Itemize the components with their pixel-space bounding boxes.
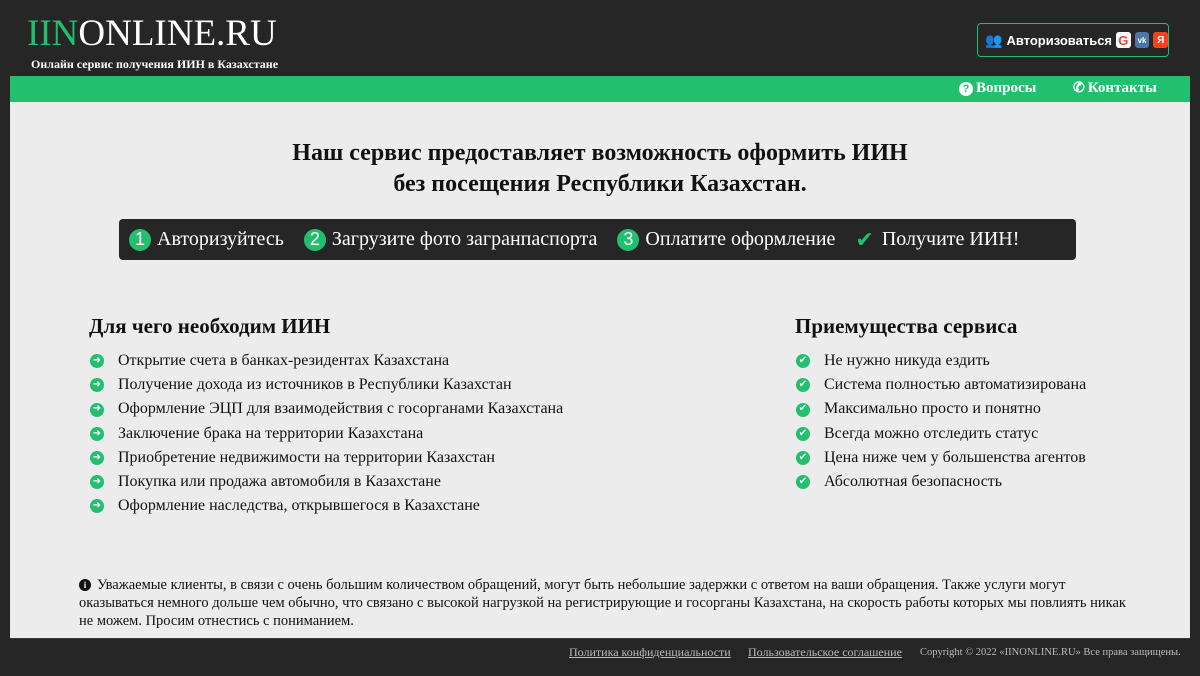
arrow-circle-right-icon: ➜ <box>90 450 104 465</box>
question-circle-icon: ? <box>959 81 973 96</box>
site-logo[interactable]: IINONLINE.RU <box>27 14 277 54</box>
headline-line-2: без посещения Республики Казахстан. <box>393 171 807 197</box>
list-item-text: Цена ниже чем у большенства агентов <box>824 448 1086 466</box>
step-label: Авторизуйтесь <box>157 228 284 250</box>
step-1: 1 Авторизуйтесь <box>129 228 284 251</box>
check-circle-icon: ✔ <box>796 378 810 393</box>
user-agreement-link[interactable]: Пользовательское соглашение <box>748 645 902 660</box>
list-item: ✔ Всегда можно отследить статус <box>795 422 1086 446</box>
user-plus-icon: 👥 <box>985 31 1003 48</box>
list-item: ✔ Максимально просто и понятно <box>795 397 1086 421</box>
list-item: ➜ Оформление наследства, открывшегося в К… <box>89 494 563 518</box>
list-item-text: Заключение брака на территории Казахстан… <box>118 424 424 442</box>
check-circle-icon: ✔ <box>796 426 810 441</box>
list-item: ✔ Система полностью автоматизирована <box>795 373 1086 397</box>
list-item-text: Не нужно никуда ездить <box>824 352 990 369</box>
notice-message: i Уважаемые клиенты, в связи с очень боль… <box>79 576 1139 630</box>
list-item-text: Покупка или продажа автомобиля в Казахст… <box>118 473 441 491</box>
list-item: ✔ Не нужно никуда ездить <box>795 349 1086 373</box>
step-number: 2 <box>303 228 326 251</box>
why-iin-list: ➜ Открытие счета в банках-резидентах Каза… <box>89 349 563 518</box>
check-icon: ✔ <box>855 226 874 252</box>
yandex-icon[interactable]: Я <box>1153 32 1168 48</box>
arrow-circle-right-icon: ➜ <box>90 499 104 514</box>
main-content: Наш сервис предоставляет возможность офо… <box>10 102 1190 638</box>
advantages-list: ✔ Не нужно никуда ездить ✔ Система полность… <box>795 349 1086 494</box>
check-circle-icon: ✔ <box>796 450 810 465</box>
step-number: 3 <box>617 228 640 251</box>
why-iin-title: Для чего необходим ИИН <box>89 314 331 338</box>
check-circle-icon: ✔ <box>796 402 810 417</box>
vk-icon[interactable]: vk <box>1134 32 1150 48</box>
headline-line-1: Наш сервис предоставляет возможность офо… <box>292 140 908 166</box>
check-circle-icon: ✔ <box>796 354 810 369</box>
list-item: ✔ Абсолютная безопасность <box>795 470 1086 494</box>
list-item-text: Оформление наследства, открывшегося в Ка… <box>118 497 480 515</box>
advantages-section: Приемущества сервиса ✔ Не нужно никуда ез… <box>795 314 1086 494</box>
advantages-title: Приемущества сервиса <box>795 314 1018 338</box>
list-item-text: Всегда можно отследить статус <box>824 424 1039 442</box>
list-item-text: Получение дохода из источников в Республ… <box>118 376 512 394</box>
authorize-label: Авторизоваться <box>1006 32 1113 48</box>
nav-contacts-label: Контакты <box>1087 80 1157 96</box>
privacy-policy-link[interactable]: Политика конфиденциальности <box>569 645 731 660</box>
arrow-circle-right-icon: ➜ <box>90 402 104 417</box>
list-item: ✔ Цена ниже чем у большенства агентов <box>795 446 1086 470</box>
list-item-text: Система полностью автоматизирована <box>824 376 1087 394</box>
list-item: ➜ Получение дохода из источников в Респуб… <box>89 373 563 397</box>
nav-questions[interactable]: ? Вопросы <box>959 80 1036 97</box>
site-tagline: Онлайн сервис получения ИИН в Казахстане <box>31 57 279 71</box>
list-item: ➜ Покупка или продажа автомобиля в Казахс… <box>89 470 563 494</box>
arrow-circle-right-icon: ➜ <box>90 475 104 490</box>
phone-icon: ✆ <box>1073 81 1085 96</box>
step-label: Загрузите фото загранпаспорта <box>331 228 598 250</box>
step-2: 2 Загрузите фото загранпаспорта <box>303 228 598 251</box>
why-iin-section: Для чего необходим ИИН ➜ Открытие счета в… <box>89 314 563 518</box>
nav-questions-label: Вопросы <box>976 80 1037 96</box>
list-item: ➜ Открытие счета в банках-резидентах Каза… <box>89 349 563 373</box>
list-item: ➜ Оформление ЭЦП для взаимодействия с гос… <box>89 397 563 421</box>
check-circle-icon: ✔ <box>796 475 810 490</box>
arrow-circle-right-icon: ➜ <box>90 426 104 441</box>
step-label: Оплатите оформление <box>645 228 836 250</box>
list-item: ➜ Приобретение недвижимости на территории… <box>89 446 563 470</box>
nav-contacts[interactable]: ✆ Контакты <box>1073 80 1157 97</box>
arrow-circle-right-icon: ➜ <box>90 354 104 369</box>
google-icon[interactable]: G <box>1116 32 1131 48</box>
list-item-text: Абсолютная безопасность <box>824 473 1003 491</box>
arrow-circle-right-icon: ➜ <box>90 378 104 393</box>
list-item-text: Открытие счета в банках-резидентах Казах… <box>118 352 450 369</box>
list-item-text: Приобретение недвижимости на территории … <box>118 448 495 466</box>
list-item-text: Максимально просто и понятно <box>824 400 1041 418</box>
step-label: Получите ИИН! <box>881 228 1020 250</box>
copyright-text: Copyright © 2022 «IINONLINE.RU» Все прав… <box>920 647 1181 658</box>
step-3: 3 Оплатите оформление <box>617 228 835 251</box>
step-number: 1 <box>129 228 151 251</box>
logo-accent: IIN <box>27 13 79 54</box>
info-icon: i <box>79 579 91 591</box>
page-headline: Наш сервис предоставляет возможность офо… <box>10 138 1190 200</box>
steps-bar: 1 Авторизуйтесь 2 Загрузите фото загранп… <box>119 219 1076 260</box>
nav-bar: ? Вопросы ✆ Контакты <box>10 76 1190 102</box>
list-item-text: Оформление ЭЦП для взаимодействия с госо… <box>118 400 564 418</box>
logo-rest: ONLINE.RU <box>78 13 277 54</box>
header: IINONLINE.RU Онлайн сервис получения ИИН… <box>0 0 1200 76</box>
footer: Политика конфиденциальности Пользователь… <box>10 638 1190 664</box>
authorize-button[interactable]: 👥 Авторизоваться G vk Я <box>977 23 1169 57</box>
list-item: ➜ Заключение брака на территории Казахста… <box>89 422 563 446</box>
step-4: ✔ Получите ИИН! <box>855 227 1019 253</box>
notice-text: Уважаемые клиенты, в связи с очень больш… <box>79 577 1126 629</box>
